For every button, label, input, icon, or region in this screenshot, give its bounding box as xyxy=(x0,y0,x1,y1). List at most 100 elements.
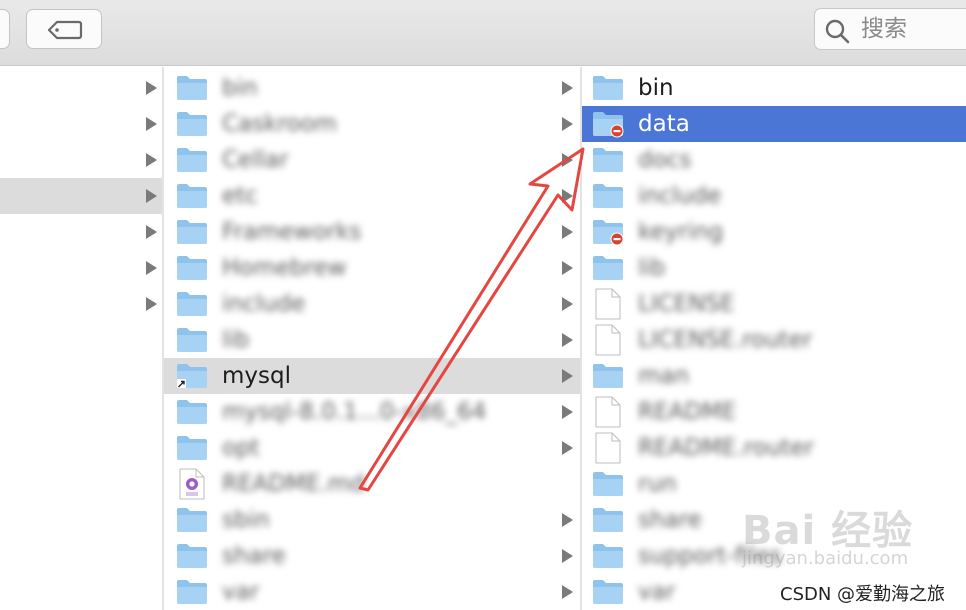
folder-icon xyxy=(176,254,208,282)
column3-row[interactable]: bin xyxy=(582,70,966,106)
chevron-right-icon xyxy=(562,513,573,527)
item-name: mysql-8.0.1...0-x86_64 xyxy=(222,399,487,425)
column2-row[interactable]: etc xyxy=(164,178,580,214)
folder-icon xyxy=(592,146,624,174)
column1-row[interactable] xyxy=(0,286,162,322)
column2-row[interactable]: share xyxy=(164,538,580,574)
column2-row[interactable]: Frameworks xyxy=(164,214,580,250)
restricted-folder-icon xyxy=(592,218,624,246)
item-name: var xyxy=(638,579,676,605)
alias-folder-icon xyxy=(176,362,208,390)
restricted-folder-icon xyxy=(592,110,624,138)
chevron-right-icon xyxy=(146,153,157,167)
finder-toolbar xyxy=(0,0,966,66)
item-name: README.md xyxy=(222,471,365,497)
item-name: LICENSE.router xyxy=(638,327,813,353)
item-name: README.router xyxy=(638,435,814,461)
column2-row[interactable]: include xyxy=(164,286,580,322)
search-field[interactable] xyxy=(814,8,966,50)
column1-row[interactable] xyxy=(0,250,162,286)
folder-icon xyxy=(176,146,208,174)
chevron-right-icon xyxy=(146,117,157,131)
column2-row[interactable]: lib xyxy=(164,322,580,358)
item-name: mysql xyxy=(222,363,291,389)
column2-row[interactable]: Cellar xyxy=(164,142,580,178)
item-name: include xyxy=(222,291,306,317)
item-name: Frameworks xyxy=(222,219,362,245)
item-name: lib xyxy=(638,255,666,281)
toolbar-button-partial[interactable] xyxy=(0,9,10,49)
column3-row[interactable]: LICENSE.router xyxy=(582,322,966,358)
column3-row[interactable]: man xyxy=(582,358,966,394)
folder-icon xyxy=(592,506,624,534)
folder-icon xyxy=(592,470,624,498)
item-name: bin xyxy=(638,75,674,101)
column3-row[interactable]: README xyxy=(582,394,966,430)
column3-row[interactable]: README.router xyxy=(582,430,966,466)
item-name: sbin xyxy=(222,507,270,533)
column2-row[interactable]: README.md xyxy=(164,466,580,502)
column1-row[interactable] xyxy=(0,106,162,142)
browser-column-2: bin Caskroom Cellar etc Frameworks Homebrew in… xyxy=(164,67,580,610)
folder-icon xyxy=(176,218,208,246)
folder-icon xyxy=(176,578,208,606)
column3-row[interactable]: docs xyxy=(582,142,966,178)
column2-row[interactable]: Caskroom xyxy=(164,106,580,142)
column1-row[interactable] xyxy=(0,142,162,178)
chevron-right-icon xyxy=(562,369,573,383)
folder-icon xyxy=(176,542,208,570)
item-name: README xyxy=(638,399,737,425)
column2-row[interactable]: sbin xyxy=(164,502,580,538)
column2-row[interactable]: Homebrew xyxy=(164,250,580,286)
chevron-right-icon xyxy=(562,549,573,563)
folder-icon xyxy=(176,290,208,318)
column3-row[interactable]: data xyxy=(582,106,966,142)
chevron-right-icon xyxy=(562,333,573,347)
search-input[interactable] xyxy=(861,15,961,43)
folder-icon xyxy=(592,254,624,282)
folder-icon xyxy=(176,182,208,210)
column1-row[interactable] xyxy=(0,178,162,214)
folder-icon xyxy=(176,110,208,138)
item-name: data xyxy=(638,111,690,137)
column2-row[interactable]: var xyxy=(164,574,580,610)
column3-row[interactable]: run xyxy=(582,466,966,502)
folder-icon xyxy=(176,74,208,102)
column1-row[interactable] xyxy=(0,214,162,250)
column2-row[interactable]: bin xyxy=(164,70,580,106)
item-name: run xyxy=(638,471,677,497)
column3-row[interactable]: lib xyxy=(582,250,966,286)
column3-row[interactable]: include xyxy=(582,178,966,214)
chevron-right-icon xyxy=(146,189,157,203)
item-name: share xyxy=(222,543,286,569)
column2-row[interactable]: mysql xyxy=(164,358,580,394)
document-icon xyxy=(595,432,621,464)
search-icon xyxy=(825,19,850,44)
folder-icon xyxy=(176,326,208,354)
column3-row[interactable]: keyring xyxy=(582,214,966,250)
chevron-right-icon xyxy=(562,405,573,419)
folder-icon xyxy=(592,182,624,210)
column1-row[interactable] xyxy=(0,70,162,106)
column2-row[interactable]: mysql-8.0.1...0-x86_64 xyxy=(164,394,580,430)
item-name: etc xyxy=(222,183,258,209)
column2-row[interactable]: opt xyxy=(164,430,580,466)
chevron-right-icon xyxy=(562,117,573,131)
chevron-right-icon xyxy=(562,261,573,275)
folder-icon xyxy=(592,362,624,390)
browser-column-1 xyxy=(0,67,162,610)
chevron-right-icon xyxy=(562,225,573,239)
column3-row[interactable]: LICENSE xyxy=(582,286,966,322)
item-name: Homebrew xyxy=(222,255,347,281)
tags-button[interactable] xyxy=(26,9,102,49)
folder-icon xyxy=(592,578,624,606)
folder-icon xyxy=(176,506,208,534)
document-icon xyxy=(595,288,621,320)
folder-icon xyxy=(592,74,624,102)
item-name: lib xyxy=(222,327,250,353)
chevron-right-icon xyxy=(146,81,157,95)
csdn-watermark: CSDN @爱勤海之旅 xyxy=(780,584,946,605)
chevron-right-icon xyxy=(562,441,573,455)
item-name: share xyxy=(638,507,702,533)
item-name: keyring xyxy=(638,219,724,245)
